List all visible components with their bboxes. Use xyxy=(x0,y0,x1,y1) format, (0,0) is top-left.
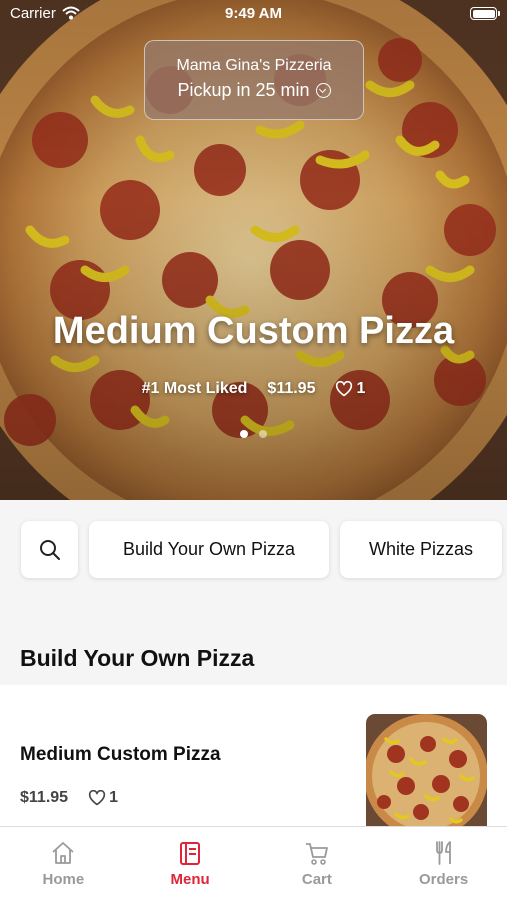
hero-price: $11.95 xyxy=(267,380,316,397)
restaurant-name: Mama Gina's Pizzeria xyxy=(176,57,332,74)
category-bar: Build Your Own Pizza White Pizzas xyxy=(0,500,507,610)
battery-icon xyxy=(470,7,500,20)
item-likes-count: 1 xyxy=(109,789,118,806)
page-dot[interactable] xyxy=(259,430,267,438)
heart-icon xyxy=(336,381,353,397)
hero-badge: #1 Most Liked xyxy=(141,380,248,397)
tab-cart-label: Cart xyxy=(301,871,332,888)
tab-cart[interactable]: Cart xyxy=(254,827,381,900)
chevron-down-circle-icon xyxy=(315,83,331,98)
heart-icon xyxy=(88,790,106,806)
hero-likes[interactable]: 1 xyxy=(335,380,365,398)
hero-meta: #1 Most Liked $11.95 1 xyxy=(0,380,507,398)
search-icon xyxy=(39,539,60,560)
tab-home-label: Home xyxy=(42,871,85,888)
page-dot[interactable] xyxy=(240,430,248,438)
hero-title: Medium Custom Pizza xyxy=(52,310,455,352)
pickup-label: Pickup in 25 min xyxy=(177,80,310,100)
menu-icon xyxy=(180,842,201,865)
menu-item-card[interactable]: Medium Custom Pizza $11.95 1 xyxy=(0,685,507,830)
pickup-time: Pickup in 25 min xyxy=(177,80,331,101)
item-meta: $11.95 1 xyxy=(20,789,118,807)
home-icon xyxy=(52,842,74,864)
item-thumbnail xyxy=(366,714,487,830)
carousel-page-indicator[interactable] xyxy=(0,430,507,438)
tab-menu[interactable]: Menu xyxy=(127,827,254,900)
hero-likes-count: 1 xyxy=(356,380,366,397)
tab-orders-label: Orders xyxy=(419,871,469,888)
category-white-pizzas[interactable]: White Pizzas xyxy=(340,521,502,578)
tab-orders[interactable]: Orders xyxy=(380,827,507,900)
fork-knife-icon xyxy=(435,841,451,865)
tab-menu-label: Menu xyxy=(170,871,210,888)
item-price: $11.95 xyxy=(20,789,69,806)
category-build-your-own-pizza[interactable]: Build Your Own Pizza xyxy=(89,521,329,578)
restaurant-selector[interactable]: Mama Gina's Pizzeria Pickup in 25 min xyxy=(144,40,364,120)
cart-icon xyxy=(305,843,328,865)
tab-home[interactable]: Home xyxy=(0,827,127,900)
section-title: Build Your Own Pizza xyxy=(20,645,255,671)
hero-banner[interactable]: Carrier 9:49 AM Mama Gina's Pizzeria Pic… xyxy=(0,0,507,500)
tab-bar: Home Menu Cart Orders xyxy=(0,826,507,900)
status-bar: Carrier 9:49 AM xyxy=(0,0,507,28)
item-name: Medium Custom Pizza xyxy=(20,744,221,765)
search-button[interactable] xyxy=(21,521,78,578)
item-likes[interactable]: 1 xyxy=(88,789,118,807)
status-time: 9:49 AM xyxy=(225,5,282,22)
